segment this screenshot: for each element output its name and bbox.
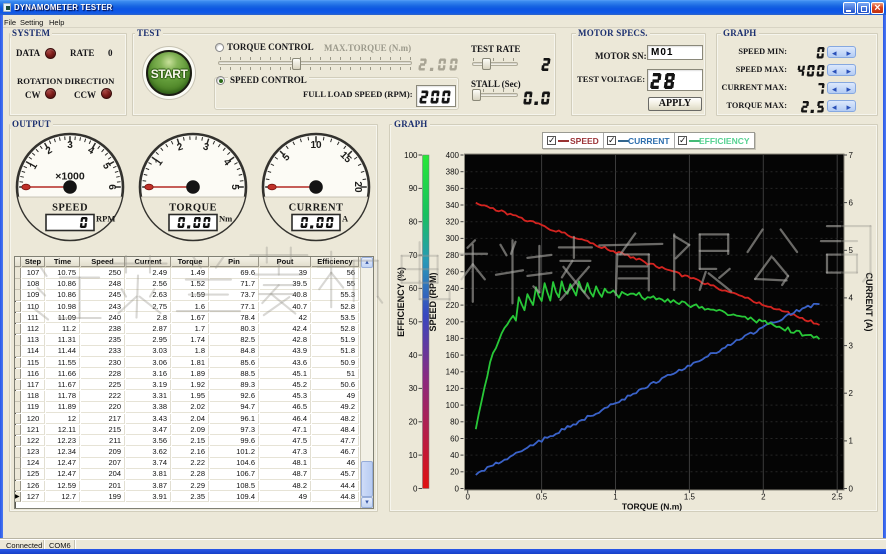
svg-text:10: 10: [310, 140, 322, 151]
svg-text:6: 6: [849, 198, 854, 207]
svg-text:240: 240: [446, 284, 460, 293]
svg-text:60: 60: [409, 284, 418, 293]
svg-text:40: 40: [450, 451, 459, 460]
svg-text:CURRENT (A): CURRENT (A): [864, 273, 874, 332]
svg-text:1: 1: [613, 493, 618, 502]
svg-text:140: 140: [446, 368, 460, 377]
svg-text:380: 380: [446, 168, 460, 177]
svg-text:5: 5: [229, 184, 240, 190]
svg-text:Nm: Nm: [219, 214, 232, 224]
svg-text:0: 0: [849, 484, 854, 493]
svg-text:0: 0: [413, 484, 418, 493]
svg-text:20: 20: [352, 181, 363, 193]
svg-text:320: 320: [446, 218, 460, 227]
svg-text:400: 400: [446, 151, 460, 160]
svg-text:200: 200: [446, 318, 460, 327]
svg-text:280: 280: [446, 251, 460, 260]
svg-text:100: 100: [446, 401, 460, 410]
svg-text:2.5: 2.5: [832, 493, 844, 502]
svg-text:60: 60: [450, 434, 459, 443]
svg-text:20: 20: [409, 418, 418, 427]
svg-text:100: 100: [404, 151, 418, 160]
svg-text:300: 300: [446, 234, 460, 243]
svg-text:80: 80: [450, 418, 459, 427]
svg-text:6: 6: [106, 184, 117, 190]
svg-text:1.5: 1.5: [684, 493, 696, 502]
svg-text:SPEED (RPM): SPEED (RPM): [428, 272, 438, 331]
svg-text:CURRENT: CURRENT: [289, 203, 344, 214]
svg-text:7: 7: [849, 151, 854, 160]
svg-text:TORQUE: TORQUE: [169, 203, 217, 214]
svg-text:20: 20: [450, 468, 459, 477]
svg-text:0.5: 0.5: [536, 493, 548, 502]
svg-text:4: 4: [849, 294, 854, 303]
svg-text:340: 340: [446, 201, 460, 210]
svg-text:360: 360: [446, 184, 460, 193]
svg-text:160: 160: [446, 351, 460, 360]
svg-text:30: 30: [409, 384, 418, 393]
svg-text:220: 220: [446, 301, 460, 310]
svg-text:90: 90: [409, 184, 418, 193]
svg-text:180: 180: [446, 334, 460, 343]
svg-text:3: 3: [67, 140, 73, 151]
svg-text:0: 0: [465, 493, 470, 502]
svg-text:40: 40: [409, 351, 418, 360]
svg-text:TORQUE (N.m): TORQUE (N.m): [622, 502, 682, 512]
svg-text:3: 3: [849, 341, 854, 350]
svg-text:1: 1: [849, 437, 854, 446]
svg-text:80: 80: [409, 218, 418, 227]
svg-text:SPEED: SPEED: [52, 203, 88, 214]
svg-text:A: A: [342, 214, 349, 224]
svg-text:RPM: RPM: [96, 214, 115, 224]
svg-text:50: 50: [409, 318, 418, 327]
svg-text:2: 2: [849, 389, 854, 398]
svg-text:120: 120: [446, 384, 460, 393]
svg-text:10: 10: [409, 451, 418, 460]
svg-text:0: 0: [455, 484, 460, 493]
svg-text:260: 260: [446, 268, 460, 277]
svg-text:2: 2: [761, 493, 766, 502]
